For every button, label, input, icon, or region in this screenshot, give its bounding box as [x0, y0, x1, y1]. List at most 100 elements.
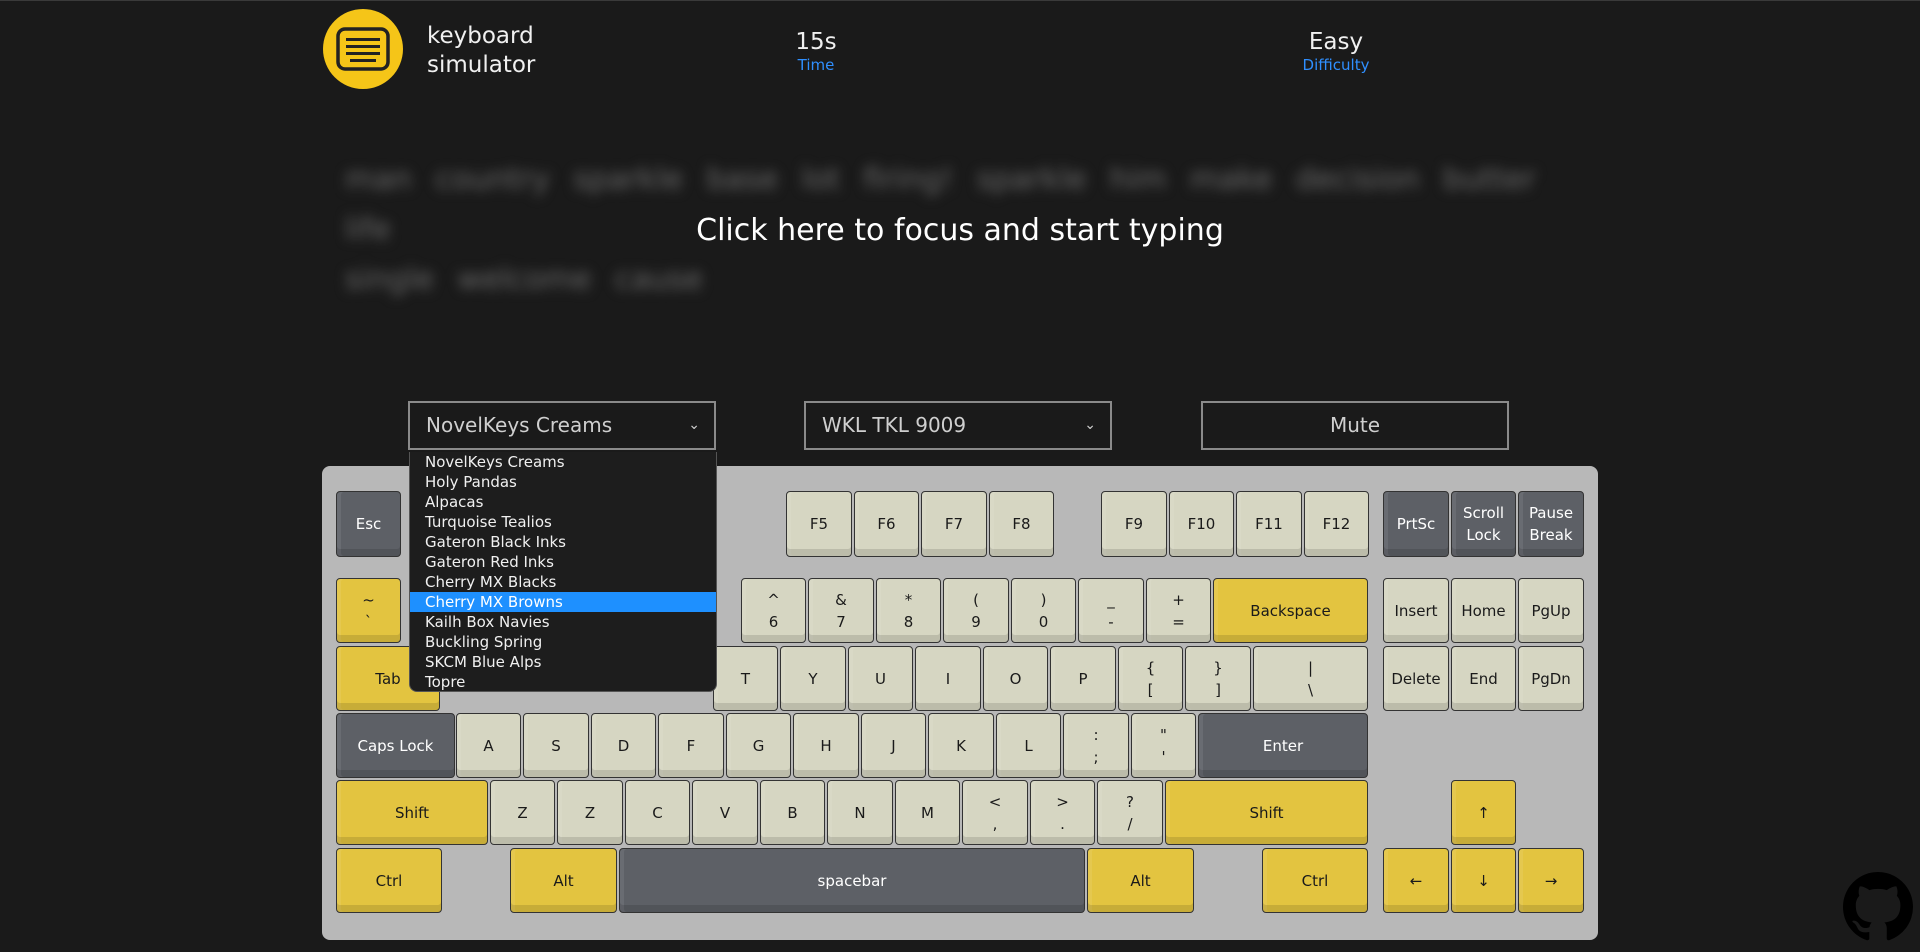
- key[interactable]: P: [1050, 646, 1116, 711]
- focus-message[interactable]: Click here to focus and start typing: [0, 213, 1920, 248]
- key[interactable]: Shift: [336, 780, 488, 845]
- key[interactable]: U: [848, 646, 913, 711]
- key[interactable]: End: [1451, 646, 1516, 711]
- dropdown-option[interactable]: NovelKeys Creams: [410, 452, 716, 472]
- key[interactable]: ↑: [1451, 780, 1516, 845]
- key[interactable]: Shift: [1165, 780, 1368, 845]
- key[interactable]: F5: [786, 491, 852, 557]
- key[interactable]: N: [827, 780, 893, 845]
- key[interactable]: I: [915, 646, 981, 711]
- key-label-top: L: [1024, 736, 1033, 755]
- switch-dropdown-list[interactable]: NovelKeys Creams Holy Pandas Alpacas Turquo…: [409, 452, 717, 692]
- key-label-top: |: [1307, 658, 1314, 677]
- key[interactable]: Pause Break: [1518, 491, 1584, 557]
- key[interactable]: F11: [1236, 491, 1302, 557]
- key-label-top: H: [820, 736, 832, 755]
- key[interactable]: →: [1518, 848, 1584, 913]
- key[interactable]: C: [625, 780, 690, 845]
- dropdown-option[interactable]: Holy Pandas: [410, 472, 716, 492]
- key[interactable]: (9: [943, 578, 1009, 643]
- key-label-top: Alt: [553, 871, 574, 890]
- key[interactable]: F: [658, 713, 724, 778]
- key[interactable]: F6: [854, 491, 919, 557]
- key[interactable]: Alt: [510, 848, 617, 913]
- key-label-top: Alt: [1130, 871, 1151, 890]
- key[interactable]: PgDn: [1518, 646, 1584, 711]
- key[interactable]: F9: [1101, 491, 1167, 557]
- key[interactable]: H: [793, 713, 859, 778]
- mute-button[interactable]: Mute: [1201, 401, 1509, 450]
- key[interactable]: F7: [921, 491, 987, 557]
- key[interactable]: Backspace: [1213, 578, 1368, 643]
- key[interactable]: | \: [1253, 646, 1368, 711]
- key[interactable]: F8: [989, 491, 1054, 557]
- key[interactable]: _ -: [1078, 578, 1144, 643]
- key[interactable]: PgUp: [1518, 578, 1584, 643]
- key[interactable]: T: [713, 646, 778, 711]
- key[interactable]: Caps Lock: [336, 713, 455, 778]
- key[interactable]: Scroll Lock: [1451, 491, 1516, 557]
- dropdown-option[interactable]: SKCM Blue Alps: [410, 652, 716, 672]
- key[interactable]: L: [996, 713, 1061, 778]
- key[interactable]: " ': [1131, 713, 1196, 778]
- dropdown-option[interactable]: Gateron Black Inks: [410, 532, 716, 552]
- key[interactable]: PrtSc: [1383, 491, 1449, 557]
- key[interactable]: :;: [1063, 713, 1129, 778]
- key[interactable]: Home: [1451, 578, 1516, 643]
- key[interactable]: >.: [1030, 780, 1095, 845]
- github-icon[interactable]: [1843, 872, 1913, 942]
- dropdown-option[interactable]: Cherry MX Blacks: [410, 572, 716, 592]
- key[interactable]: ↓: [1451, 848, 1516, 913]
- dropdown-option[interactable]: Gateron Red Inks: [410, 552, 716, 572]
- key[interactable]: }]: [1185, 646, 1251, 711]
- key[interactable]: O: [983, 646, 1048, 711]
- key[interactable]: S: [523, 713, 589, 778]
- key[interactable]: Z: [490, 780, 555, 845]
- key[interactable]: ) 0: [1011, 578, 1076, 643]
- key[interactable]: Ctrl: [336, 848, 442, 913]
- key[interactable]: J: [861, 713, 926, 778]
- key[interactable]: {[: [1118, 646, 1183, 711]
- key[interactable]: & 7: [808, 578, 874, 643]
- key-label-top: Esc: [355, 515, 382, 533]
- key-label-top: Ctrl: [375, 871, 403, 890]
- key-label-top: F10: [1187, 515, 1216, 533]
- key[interactable]: M: [895, 780, 960, 845]
- keyboard-select[interactable]: WKL TKL 9009 ⌄: [804, 401, 1112, 450]
- key[interactable]: K: [928, 713, 994, 778]
- dropdown-option[interactable]: Alpacas: [410, 492, 716, 512]
- key[interactable]: F10: [1169, 491, 1234, 557]
- key-label-top: ^: [767, 590, 780, 609]
- dropdown-option[interactable]: Kailh Box Navies: [410, 612, 716, 632]
- key[interactable]: G: [726, 713, 791, 778]
- key[interactable]: Insert: [1383, 578, 1449, 643]
- key[interactable]: B: [760, 780, 825, 845]
- dropdown-option[interactable]: Buckling Spring: [410, 632, 716, 652]
- dropdown-option[interactable]: Topre: [410, 672, 716, 692]
- key[interactable]: spacebar: [619, 848, 1085, 913]
- key[interactable]: Ctrl: [1262, 848, 1368, 913]
- key[interactable]: A: [456, 713, 521, 778]
- dropdown-option[interactable]: Turquoise Tealios: [410, 512, 716, 532]
- key-label-top: G: [752, 736, 765, 755]
- key[interactable]: Esc: [336, 491, 401, 557]
- key-label-top: Z: [584, 803, 596, 822]
- key[interactable]: Y: [780, 646, 846, 711]
- key[interactable]: ~ `: [336, 578, 401, 643]
- dropdown-option[interactable]: Cherry MX Browns: [410, 592, 716, 612]
- switch-select[interactable]: NovelKeys Creams ⌄: [408, 401, 716, 450]
- key-label-top: F6: [877, 515, 896, 533]
- key[interactable]: F12: [1304, 491, 1369, 557]
- key[interactable]: D: [591, 713, 656, 778]
- key[interactable]: Z: [557, 780, 623, 845]
- key[interactable]: Enter: [1198, 713, 1368, 778]
- key[interactable]: ? /: [1097, 780, 1163, 845]
- key[interactable]: ^ 6: [741, 578, 806, 643]
- key[interactable]: + =: [1146, 578, 1211, 643]
- key[interactable]: Alt: [1087, 848, 1194, 913]
- key[interactable]: Delete: [1383, 646, 1449, 711]
- key[interactable]: ←: [1383, 848, 1449, 913]
- key[interactable]: V: [692, 780, 758, 845]
- key[interactable]: * 8: [876, 578, 941, 643]
- key[interactable]: <,: [962, 780, 1028, 845]
